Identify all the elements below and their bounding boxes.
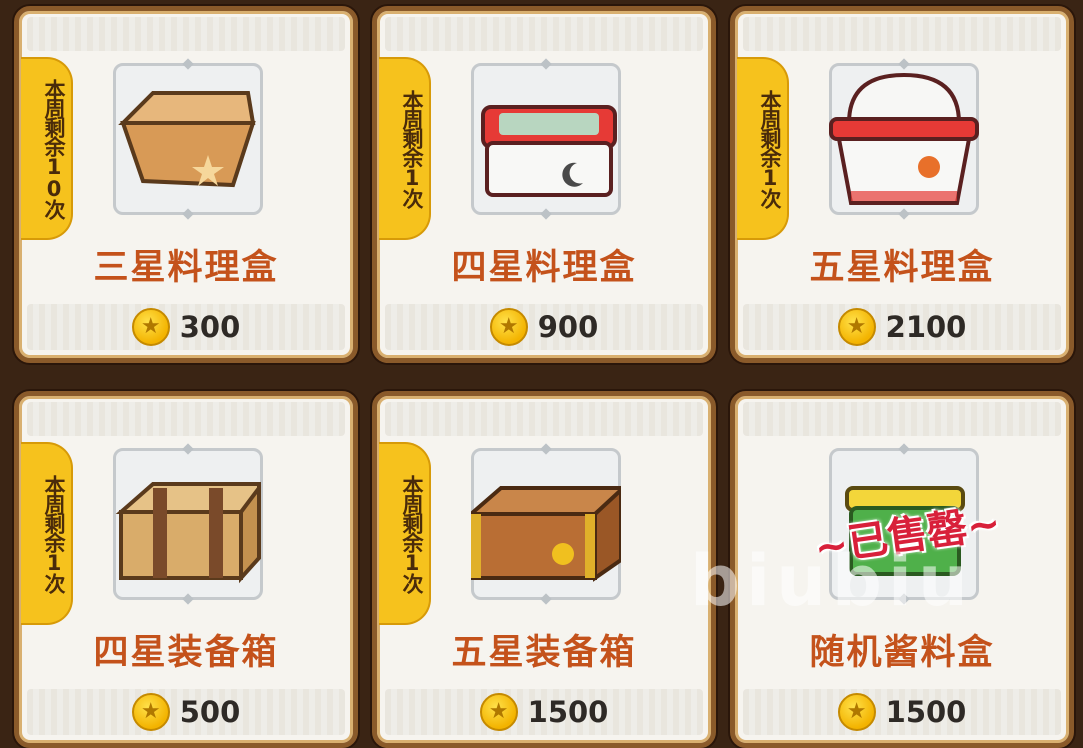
decor-band [743, 402, 1061, 436]
weekly-limit-badge: 本周剩余1次 [737, 57, 789, 240]
price-row: ★ 500 [19, 691, 353, 733]
item-name: 四星装备箱 [93, 633, 279, 673]
decor-band [743, 17, 1061, 51]
star-coin-icon: ★ [479, 693, 518, 731]
weekly-limit-badge: 本周剩余1次 [379, 442, 431, 625]
decor-band [385, 17, 703, 51]
shop-grid: 本周剩余10次 三星料理盒 ★ 300 本周剩余1次 四星料理盒 ★ 900 本… [0, 0, 1083, 748]
item-price: 900 [537, 310, 599, 344]
star-coin-icon: ★ [837, 308, 876, 346]
shop-item-card[interactable]: 本周剩余10次 三星料理盒 ★ 300 [14, 6, 358, 363]
item-name: 三星料理盒 [93, 248, 279, 288]
weekly-limit-badge: 本周剩余1次 [21, 442, 73, 625]
shop-item-card[interactable]: 本周剩余1次 四星装备箱 ★ 500 [14, 391, 358, 748]
star-coin-icon: ★ [489, 308, 528, 346]
item-name: 五星装备箱 [451, 633, 637, 673]
item-price: 500 [179, 695, 241, 729]
star-coin-icon: ★ [837, 693, 876, 731]
watermark: biubiu [690, 540, 974, 622]
item-name: 五星料理盒 [809, 248, 995, 288]
wooden-crate-icon [115, 482, 261, 584]
shop-item-card[interactable]: 本周剩余1次 五星料理盒 ★ 2100 [730, 6, 1074, 363]
item-price: 300 [179, 310, 241, 344]
decor-band [385, 402, 703, 436]
decor-band [27, 402, 345, 436]
price-row: ★ 300 [19, 306, 353, 348]
weekly-limit-badge: 本周剩余1次 [379, 57, 431, 240]
shop-item-card[interactable]: 本周剩余1次 四星料理盒 ★ 900 [372, 6, 716, 363]
weekly-limit-badge: 本周剩余10次 [21, 57, 73, 240]
price-row: ★ 1500 [735, 691, 1069, 733]
deluxe-food-box-icon [829, 72, 979, 205]
item-name: 四星料理盒 [451, 248, 637, 288]
item-name: 随机酱料盒 [809, 633, 995, 673]
price-row: ★ 1500 [377, 691, 711, 733]
star-coin-icon: ★ [131, 693, 170, 731]
decor-band [27, 17, 345, 51]
item-price: 1500 [527, 695, 609, 729]
shop-item-card[interactable]: 本周剩余1次 五星装备箱 ★ 1500 [372, 391, 716, 748]
item-price: 1500 [885, 695, 967, 729]
price-row: ★ 2100 [735, 306, 1069, 348]
reinforced-crate-icon [471, 486, 621, 582]
star-coin-icon: ★ [131, 308, 170, 346]
price-row: ★ 900 [377, 306, 711, 348]
food-box-icon [481, 105, 617, 197]
item-price: 2100 [885, 310, 967, 344]
cardboard-box-icon [118, 91, 256, 188]
